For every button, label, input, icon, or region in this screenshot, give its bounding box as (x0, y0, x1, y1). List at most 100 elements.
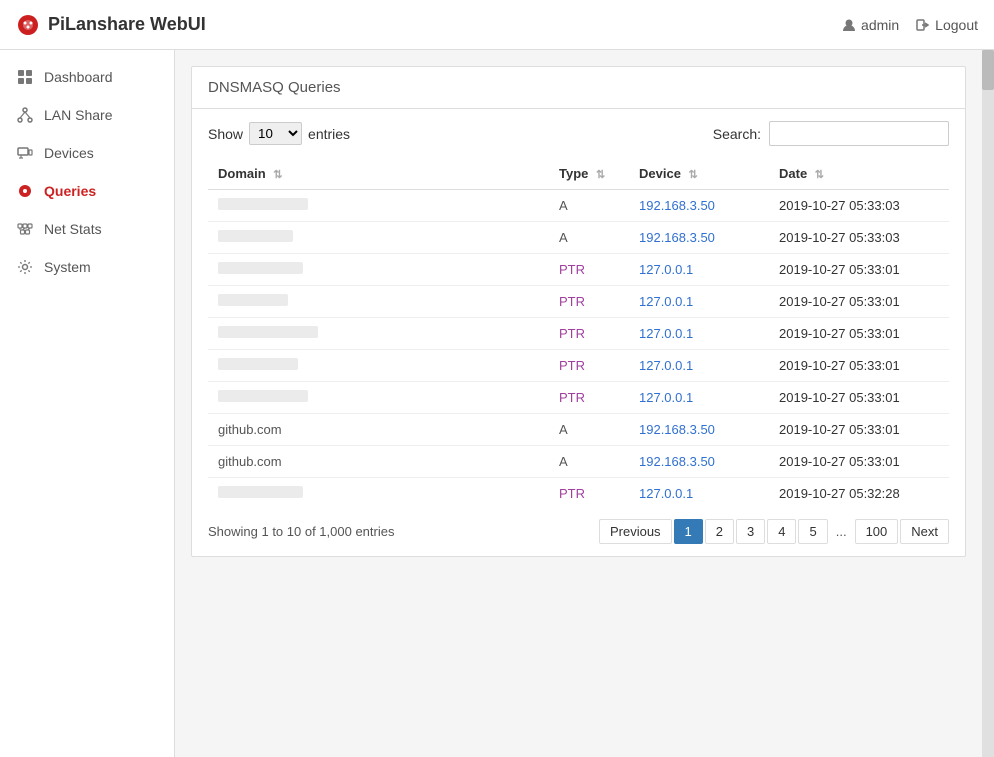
table-row: PTR127.0.0.12019-10-27 05:32:28 (208, 478, 949, 510)
table-row: PTR127.0.0.12019-10-27 05:33:01 (208, 286, 949, 318)
cell-type-5: PTR (549, 350, 629, 382)
queries-table: Domain ⇅ Type ⇅ Device ⇅ Date ⇅ (208, 158, 949, 509)
cell-device-4[interactable]: 127.0.0.1 (629, 318, 769, 350)
header-right: admin Logout (841, 17, 978, 33)
cell-device-7[interactable]: 192.168.3.50 (629, 414, 769, 446)
dashboard-icon (16, 68, 34, 86)
header-left: PiLanshare WebUI (16, 13, 206, 37)
page-button-100[interactable]: 100 (855, 519, 899, 544)
cell-domain-5 (208, 350, 549, 382)
logout-label: Logout (935, 17, 978, 33)
sort-domain-icon: ⇅ (273, 168, 282, 181)
card-body: Show 10 25 50 100 entries Search: (192, 109, 965, 556)
sidebar-item-queries[interactable]: Queries (0, 172, 174, 210)
sidebar-item-devices[interactable]: Devices (0, 134, 174, 172)
netstats-icon (16, 220, 34, 238)
page-button-5[interactable]: 5 (798, 519, 827, 544)
sidebar-item-system[interactable]: System (0, 248, 174, 286)
sidebar-label-dashboard: Dashboard (44, 69, 113, 85)
device-link-6[interactable]: 127.0.0.1 (639, 390, 693, 405)
logo-icon (16, 13, 40, 37)
device-link-8[interactable]: 192.168.3.50 (639, 454, 715, 469)
device-link-4[interactable]: 127.0.0.1 (639, 326, 693, 341)
sort-type-icon: ⇅ (596, 168, 605, 181)
col-date[interactable]: Date ⇅ (769, 158, 949, 190)
pagination-row: Showing 1 to 10 of 1,000 entries Previou… (208, 519, 949, 544)
table-row: github.comA192.168.3.502019-10-27 05:33:… (208, 446, 949, 478)
device-link-0[interactable]: 192.168.3.50 (639, 198, 715, 213)
admin-label: admin (861, 17, 899, 33)
sidebar-item-netstats[interactable]: Net Stats (0, 210, 174, 248)
devices-icon (16, 144, 34, 162)
search-label: Search: (713, 126, 761, 142)
previous-button[interactable]: Previous (599, 519, 672, 544)
scrollbar[interactable] (982, 50, 994, 757)
col-domain[interactable]: Domain ⇅ (208, 158, 549, 190)
cell-device-5[interactable]: 127.0.0.1 (629, 350, 769, 382)
controls-row: Show 10 25 50 100 entries Search: (208, 121, 949, 146)
device-link-1[interactable]: 192.168.3.50 (639, 230, 715, 245)
table-header-row: Domain ⇅ Type ⇅ Device ⇅ Date ⇅ (208, 158, 949, 190)
cell-date-9: 2019-10-27 05:32:28 (769, 478, 949, 510)
card-title: DNSMASQ Queries (192, 67, 965, 109)
cell-type-1: A (549, 222, 629, 254)
admin-link[interactable]: admin (841, 17, 899, 33)
page-button-2[interactable]: 2 (705, 519, 734, 544)
cell-device-9[interactable]: 127.0.0.1 (629, 478, 769, 510)
cell-type-2: PTR (549, 254, 629, 286)
device-link-5[interactable]: 127.0.0.1 (639, 358, 693, 373)
sidebar-label-netstats: Net Stats (44, 221, 102, 237)
app-title: PiLanshare WebUI (48, 14, 206, 35)
cell-device-8[interactable]: 192.168.3.50 (629, 446, 769, 478)
page-button-3[interactable]: 3 (736, 519, 765, 544)
cell-device-1[interactable]: 192.168.3.50 (629, 222, 769, 254)
header: PiLanshare WebUI admin Logout (0, 0, 994, 50)
device-link-7[interactable]: 192.168.3.50 (639, 422, 715, 437)
system-icon (16, 258, 34, 276)
table-row: A192.168.3.502019-10-27 05:33:03 (208, 190, 949, 222)
device-link-9[interactable]: 127.0.0.1 (639, 486, 693, 501)
device-link-3[interactable]: 127.0.0.1 (639, 294, 693, 309)
entries-select[interactable]: 10 25 50 100 (249, 122, 302, 145)
sort-date-icon: ⇅ (815, 168, 824, 181)
col-device[interactable]: Device ⇅ (629, 158, 769, 190)
cell-date-5: 2019-10-27 05:33:01 (769, 350, 949, 382)
cell-domain-2 (208, 254, 549, 286)
cell-type-8: A (549, 446, 629, 478)
show-label: Show (208, 126, 243, 142)
cell-date-7: 2019-10-27 05:33:01 (769, 414, 949, 446)
cell-type-7: A (549, 414, 629, 446)
col-type[interactable]: Type ⇅ (549, 158, 629, 190)
table-row: github.comA192.168.3.502019-10-27 05:33:… (208, 414, 949, 446)
page-button-4[interactable]: 4 (767, 519, 796, 544)
cell-date-1: 2019-10-27 05:33:03 (769, 222, 949, 254)
cell-device-6[interactable]: 127.0.0.1 (629, 382, 769, 414)
cell-type-6: PTR (549, 382, 629, 414)
next-button[interactable]: Next (900, 519, 949, 544)
device-link-2[interactable]: 127.0.0.1 (639, 262, 693, 277)
sidebar-label-lanshare: LAN Share (44, 107, 112, 123)
page-ellipsis: ... (830, 520, 853, 543)
search-input[interactable] (769, 121, 949, 146)
sidebar-label-devices: Devices (44, 145, 94, 161)
cell-device-2[interactable]: 127.0.0.1 (629, 254, 769, 286)
layout: Dashboard LAN Share (0, 50, 994, 757)
cell-domain-9 (208, 478, 549, 510)
cell-date-2: 2019-10-27 05:33:01 (769, 254, 949, 286)
sidebar-item-dashboard[interactable]: Dashboard (0, 58, 174, 96)
pagination-info: Showing 1 to 10 of 1,000 entries (208, 524, 394, 539)
pagination-controls: Previous 1 2 3 4 5 ... 100 Next (599, 519, 949, 544)
cell-device-3[interactable]: 127.0.0.1 (629, 286, 769, 318)
search-row: Search: (713, 121, 949, 146)
logout-link[interactable]: Logout (915, 17, 978, 33)
cell-date-0: 2019-10-27 05:33:03 (769, 190, 949, 222)
table-row: A 192.168.3.50 2019-10-27 05:33:03 (208, 222, 949, 254)
queries-card: DNSMASQ Queries Show 10 25 50 100 entrie… (191, 66, 966, 557)
sidebar-item-lanshare[interactable]: LAN Share (0, 96, 174, 134)
page-button-1[interactable]: 1 (674, 519, 703, 544)
user-icon (841, 17, 857, 33)
cell-domain-8: github.com (208, 446, 549, 478)
logout-icon (915, 17, 931, 33)
cell-domain-6 (208, 382, 549, 414)
cell-device-0[interactable]: 192.168.3.50 (629, 190, 769, 222)
